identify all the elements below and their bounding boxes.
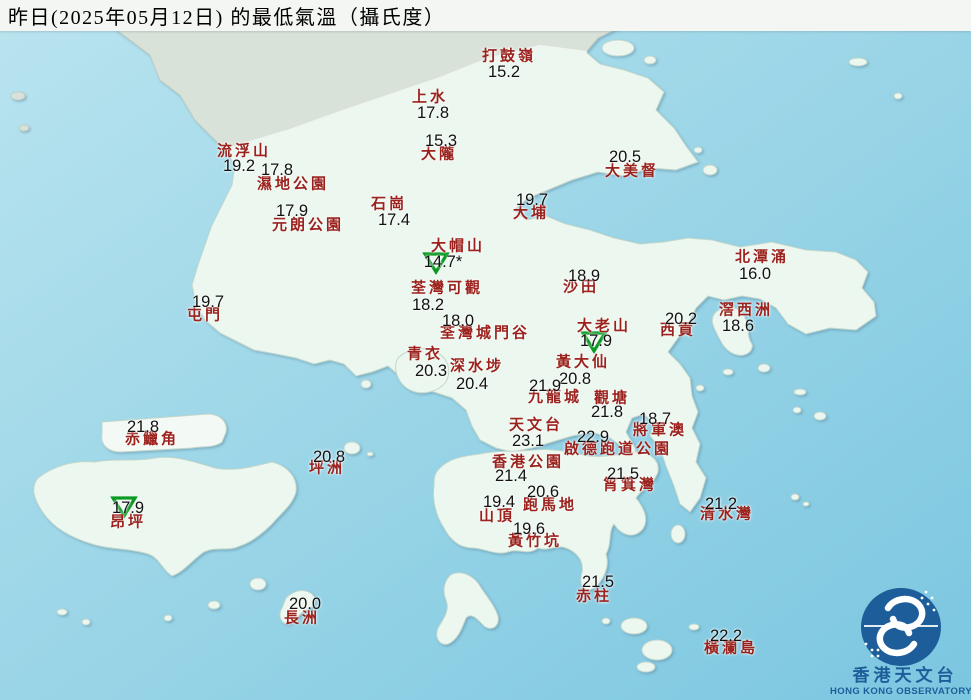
- station-temperature: 19.6: [512, 519, 546, 538]
- station-temperature: 15.3: [424, 131, 458, 150]
- station-temperature: 21.5: [581, 572, 615, 591]
- station-temperature: 19.7: [515, 190, 549, 209]
- station-temperature: 20.8: [312, 447, 346, 466]
- title-bar: 昨日(2025年05月12日) 的最低氣溫（攝氏度）: [0, 0, 971, 31]
- station-name: 山頂: [478, 508, 516, 525]
- station-temperature: 18.9: [567, 266, 601, 285]
- station-name: 跑馬地: [522, 497, 578, 514]
- station-temperature: 21.8: [590, 402, 624, 421]
- station-temperature: 22.2: [709, 626, 743, 645]
- station-temperature: 15.2: [487, 62, 521, 81]
- station-name: 長洲: [283, 610, 321, 627]
- station-name: 黃大仙: [555, 354, 611, 371]
- station-name: 大埔: [512, 205, 550, 222]
- station-temperature: 21.9: [528, 376, 562, 395]
- station-temperature: 18.7: [638, 409, 672, 428]
- station-name: 元朗公園: [271, 217, 345, 234]
- station-name: 昂坪: [109, 514, 147, 531]
- station-temperature: 21.8: [126, 417, 160, 436]
- station-temperature: 19.4: [482, 492, 516, 511]
- station-temperature: 18.0: [441, 311, 475, 330]
- station-temperature: 17.8: [416, 103, 450, 122]
- station-name: 北潭涌: [734, 249, 790, 266]
- station-name: 屯門: [186, 307, 224, 324]
- station-temperature: 14.7*: [423, 252, 463, 271]
- station-name: 荃灣可觀: [410, 280, 484, 297]
- station-temperature: 20.5: [608, 147, 642, 166]
- station-name: 濕地公園: [256, 176, 330, 193]
- station-temperature: 17.9: [275, 201, 309, 220]
- station-temperature: 19.2: [222, 156, 256, 175]
- station-temperature: 20.2: [664, 309, 698, 328]
- station-temperature: 20.8: [558, 369, 592, 388]
- station-temperature: 16.0: [738, 264, 772, 283]
- station-temperature: 19.7: [191, 292, 225, 311]
- station-temperature: 21.5: [606, 464, 640, 483]
- station-name: 深水埗: [449, 358, 505, 375]
- station-name: 青衣: [406, 346, 444, 363]
- station-temperature: 20.3: [414, 361, 448, 380]
- station-temperature: 20.6: [526, 482, 560, 501]
- station-temperature: 17.9: [111, 498, 145, 517]
- station-temperature: 21.2: [704, 494, 738, 513]
- station-temperature: 23.1: [511, 431, 545, 450]
- station-temperature: 18.6: [721, 316, 755, 335]
- station-temperature: 17.8: [260, 160, 294, 179]
- station-temperature: 21.4: [494, 466, 528, 485]
- station-temperature: 22.9: [576, 427, 610, 446]
- station-temperature: 18.2: [411, 295, 445, 314]
- station-temperature: 20.4: [455, 374, 489, 393]
- station-name: 赤柱: [575, 588, 613, 605]
- map-title: 昨日(2025年05月12日) 的最低氣溫（攝氏度）: [8, 7, 446, 29]
- weather-map-screen: 香港天文台 HONG KONG OBSERVATORY 打鼓嶺 15.2 上水 17.…: [0, 0, 971, 700]
- station-temperature: 17.4: [377, 210, 411, 229]
- station-temperature: 17.9: [579, 331, 613, 350]
- station-temperature: 20.0: [288, 594, 322, 613]
- station-name: 大美督: [604, 163, 660, 180]
- station-labels-layer: 打鼓嶺 15.2 上水 17.8 大隴 15.3 流浮山 19.2 濕地公園 17.8 元朗公園 17…: [0, 0, 971, 700]
- station-name: 大隴: [420, 146, 458, 163]
